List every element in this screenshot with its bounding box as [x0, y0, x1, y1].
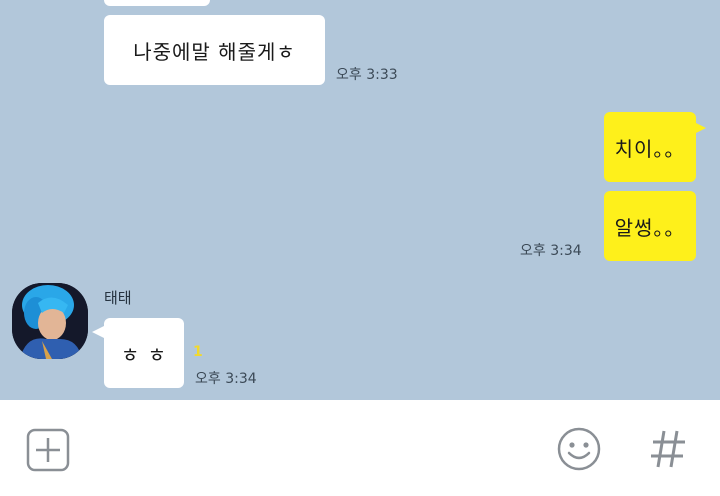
message-bubble-outgoing[interactable]: 알썽。。 [604, 191, 696, 261]
message-text: 나중에말 해줄게ㅎ [133, 39, 296, 64]
hash-icon [651, 430, 685, 468]
hashtag-search-button[interactable] [648, 428, 688, 470]
message-bubble-incoming[interactable]: 나중에말 해줄게ㅎ [104, 15, 325, 85]
emoji-button[interactable] [556, 426, 602, 472]
message-bubble-incoming[interactable]: ㅎ ㅎ [104, 318, 184, 388]
plus-square-icon [26, 428, 70, 472]
sender-name: 태태 [104, 289, 132, 307]
message-text: 알썽。。 [614, 215, 686, 240]
message-timestamp: 오후 3:34 [195, 371, 257, 387]
chat-area[interactable]: 나중에말 해줄게ㅎ 오후 3:33 치이。。 알썽。。 오후 3:34 태태 ㅎ… [0, 0, 720, 400]
unread-count: 1 [193, 344, 203, 360]
message-bubble-outgoing[interactable]: 치이。。 [604, 112, 696, 182]
bubble-tail [694, 122, 706, 134]
message-timestamp: 오후 3:33 [336, 67, 398, 83]
bubble-tail [92, 326, 104, 338]
message-timestamp: 오후 3:34 [520, 243, 582, 259]
input-bar [0, 400, 720, 496]
message-text: ㅎ ㅎ [120, 342, 168, 367]
avatar[interactable] [12, 283, 88, 359]
add-attachment-button[interactable] [26, 428, 70, 472]
message-bubble-partial [104, 0, 210, 6]
smiley-icon [557, 427, 601, 471]
profile-photo-icon [12, 283, 88, 359]
message-text: 치이。。 [614, 136, 686, 161]
